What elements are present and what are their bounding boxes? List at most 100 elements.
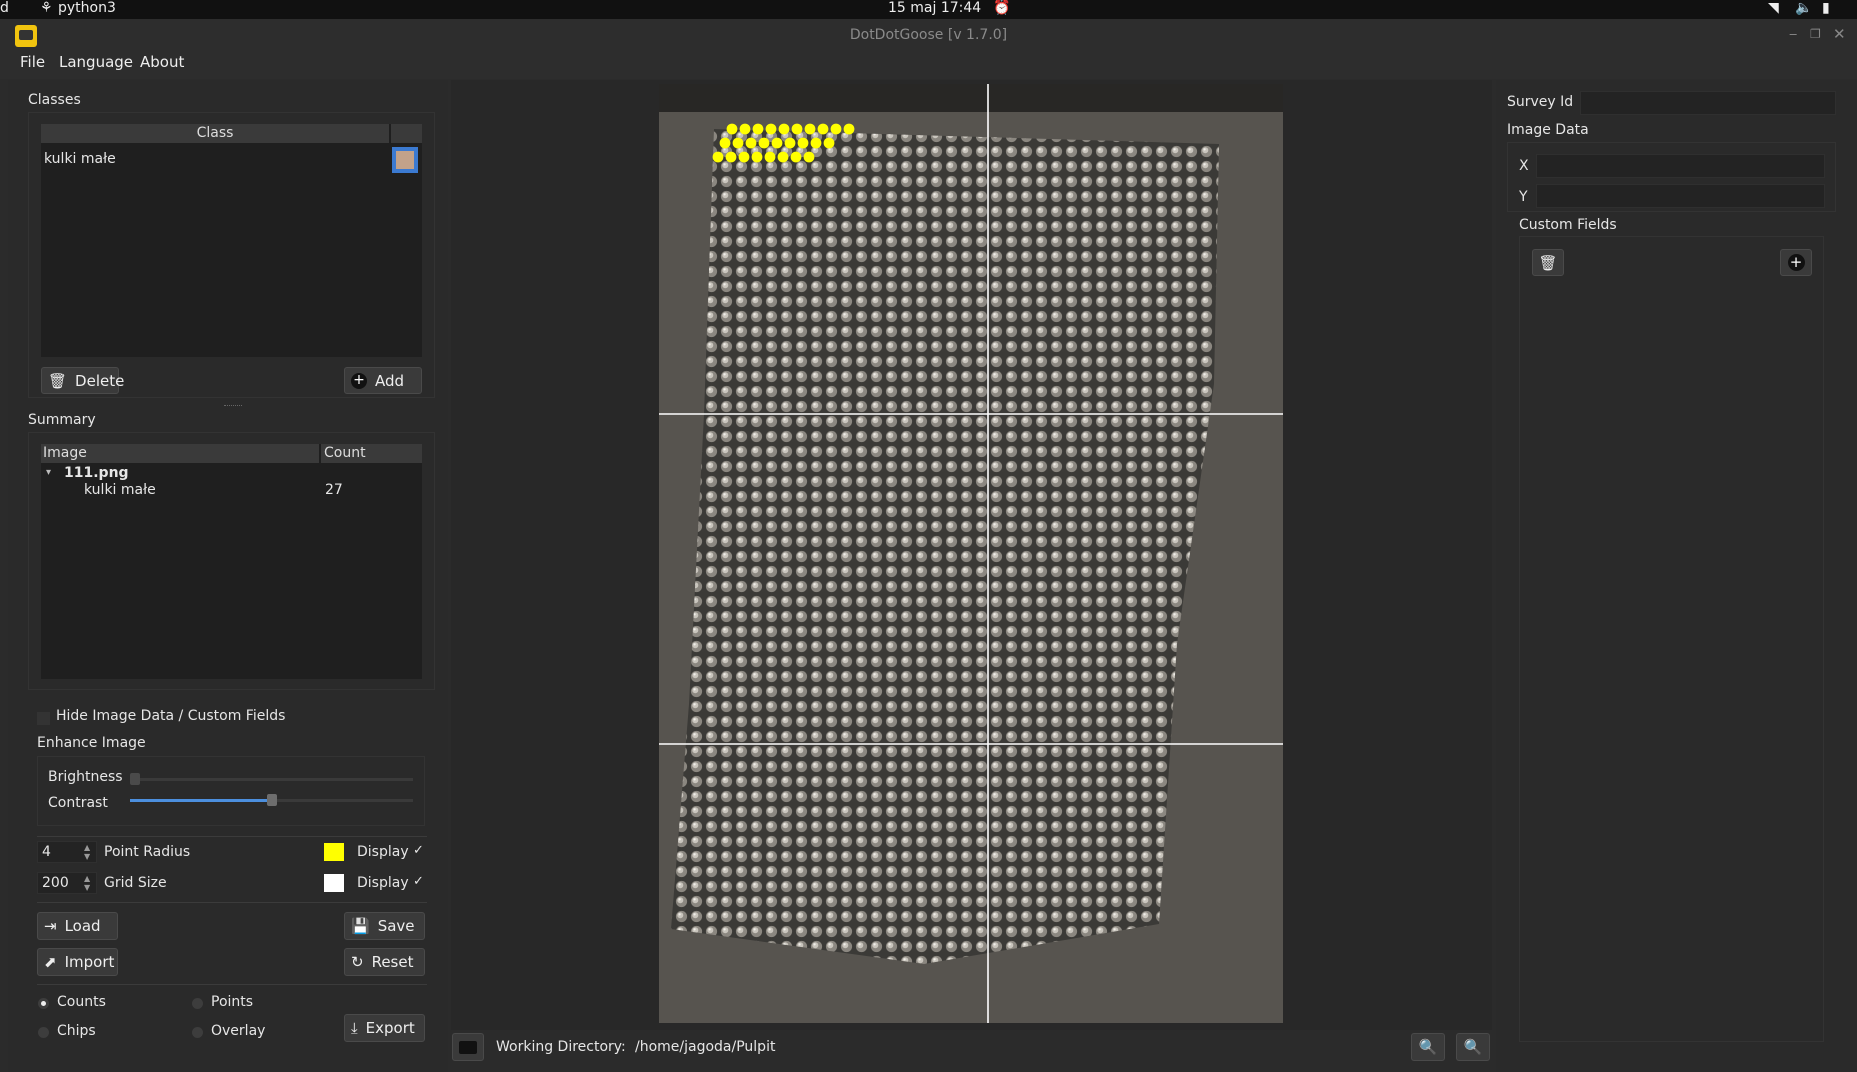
annotation-point[interactable]: [725, 151, 737, 163]
system-clock[interactable]: 15 maj 17:44: [888, 0, 981, 17]
python-icon: ⚘: [40, 0, 53, 16]
bead-field: [671, 129, 1219, 964]
add-custom-field-button[interactable]: +: [1780, 249, 1812, 276]
menu-bar: [0, 53, 1857, 79]
export-counts-radio[interactable]: [38, 998, 49, 1009]
minimize-icon[interactable]: ‒: [1789, 27, 1797, 42]
point-display-check[interactable]: ✓: [413, 843, 424, 858]
delete-class-button[interactable]: 🗑 Delete: [41, 367, 124, 394]
contrast-slider-handle[interactable]: [266, 794, 277, 806]
active-app-name[interactable]: python3: [58, 0, 116, 17]
folder-icon: [459, 1040, 477, 1054]
grid-display-label: Display: [357, 875, 409, 891]
restore-icon[interactable]: ❐: [1810, 27, 1821, 41]
survey-id-input[interactable]: [1580, 91, 1836, 115]
image-canvas[interactable]: [659, 84, 1283, 1023]
spin-arrows-icon[interactable]: ▲ ▼: [84, 874, 90, 892]
annotation-point[interactable]: [843, 123, 855, 135]
x-input[interactable]: [1536, 154, 1825, 178]
add-class-button[interactable]: + Add: [344, 367, 422, 394]
photo-dark-top: [659, 84, 1283, 112]
contrast-label: Contrast: [48, 795, 108, 811]
wifi-icon[interactable]: ◥: [1768, 0, 1779, 17]
export-chips-radio[interactable]: [38, 1027, 49, 1038]
zoom-out-icon: 🔍: [1463, 1038, 1483, 1056]
annotation-point[interactable]: [751, 151, 763, 163]
y-input[interactable]: [1536, 184, 1825, 208]
summary-column-count[interactable]: Count: [321, 444, 422, 463]
summary-class-name[interactable]: kulki małe: [84, 482, 156, 498]
annotation-point[interactable]: [738, 151, 750, 163]
summary-column-image[interactable]: Image: [41, 444, 319, 463]
annotation-point[interactable]: [803, 151, 815, 163]
expand-arrow-icon[interactable]: ▾: [46, 467, 51, 478]
x-label: X: [1519, 158, 1529, 174]
export-button[interactable]: ⤓ Export: [344, 1014, 425, 1042]
point-radius-label: Point Radius: [104, 844, 191, 860]
annotation-point[interactable]: [712, 151, 724, 163]
annotation-point[interactable]: [752, 123, 764, 135]
import-button[interactable]: ⬈ Import: [37, 948, 118, 976]
hide-image-data-checkbox[interactable]: [37, 712, 50, 725]
spin-arrows-icon[interactable]: ▲ ▼: [84, 843, 90, 861]
brightness-slider-handle[interactable]: [130, 773, 140, 785]
annotation-point[interactable]: [758, 137, 770, 149]
annotation-point[interactable]: [791, 123, 803, 135]
annotation-point[interactable]: [739, 123, 751, 135]
annotation-point[interactable]: [823, 137, 835, 149]
folder-button[interactable]: [452, 1033, 484, 1061]
alarm-icon[interactable]: ⏰: [993, 0, 1010, 17]
export-overlay-label: Overlay: [211, 1023, 266, 1039]
annotation-point[interactable]: [732, 137, 744, 149]
classes-column-class[interactable]: Class: [41, 124, 389, 143]
point-color-swatch[interactable]: [324, 843, 344, 861]
menu-about[interactable]: About: [140, 53, 184, 71]
annotation-point[interactable]: [810, 137, 822, 149]
volume-icon[interactable]: 🔈: [1795, 0, 1812, 17]
class-row-color-swatch[interactable]: [392, 147, 418, 173]
annotation-point[interactable]: [797, 137, 809, 149]
save-button[interactable]: 💾 Save: [344, 912, 425, 940]
zoom-out-button[interactable]: 🔍: [1456, 1033, 1490, 1061]
annotation-point[interactable]: [719, 137, 731, 149]
reset-button[interactable]: ↻ Reset: [344, 948, 425, 976]
enhance-group: [37, 756, 425, 826]
load-icon: ⇥: [44, 917, 57, 935]
annotation-point[interactable]: [830, 123, 842, 135]
delete-custom-field-button[interactable]: 🗑: [1532, 249, 1564, 276]
export-overlay-radio[interactable]: [192, 1027, 203, 1038]
annotation-point[interactable]: [764, 151, 776, 163]
annotation-point[interactable]: [804, 123, 816, 135]
load-button[interactable]: ⇥ Load: [37, 912, 118, 940]
classes-column-color[interactable]: [391, 124, 422, 143]
annotation-point[interactable]: [726, 123, 738, 135]
annotation-point[interactable]: [778, 123, 790, 135]
custom-fields-label: Custom Fields: [1519, 217, 1617, 233]
annotation-point[interactable]: [784, 137, 796, 149]
brightness-slider[interactable]: [130, 778, 413, 781]
annotation-point[interactable]: [765, 123, 777, 135]
export-points-radio[interactable]: [192, 998, 203, 1009]
annotation-point[interactable]: [777, 151, 789, 163]
menu-language[interactable]: Language: [59, 53, 133, 71]
divider: [37, 984, 427, 985]
close-icon[interactable]: ✕: [1833, 25, 1846, 43]
annotation-point[interactable]: [745, 137, 757, 149]
survey-id-label: Survey Id: [1507, 94, 1574, 110]
working-directory-label: Working Directory:: [496, 1039, 626, 1055]
annotation-point[interactable]: [771, 137, 783, 149]
summary-image-name[interactable]: 111.png: [64, 465, 129, 481]
annotation-point[interactable]: [790, 151, 802, 163]
hide-image-data-label: Hide Image Data / Custom Fields: [56, 708, 286, 724]
export-points-label: Points: [211, 994, 254, 1010]
grid-display-check[interactable]: ✓: [413, 874, 424, 889]
class-row-name[interactable]: kulki małe: [44, 151, 116, 167]
summary-section-label: Summary: [28, 412, 96, 428]
annotation-point[interactable]: [817, 123, 829, 135]
point-display-label: Display: [357, 844, 409, 860]
splitter-handle[interactable]: [224, 405, 242, 408]
menu-file[interactable]: File: [20, 53, 45, 71]
grid-color-swatch[interactable]: [324, 874, 344, 892]
zoom-in-button[interactable]: 🔍: [1411, 1033, 1445, 1061]
battery-icon[interactable]: ▮: [1822, 0, 1830, 17]
